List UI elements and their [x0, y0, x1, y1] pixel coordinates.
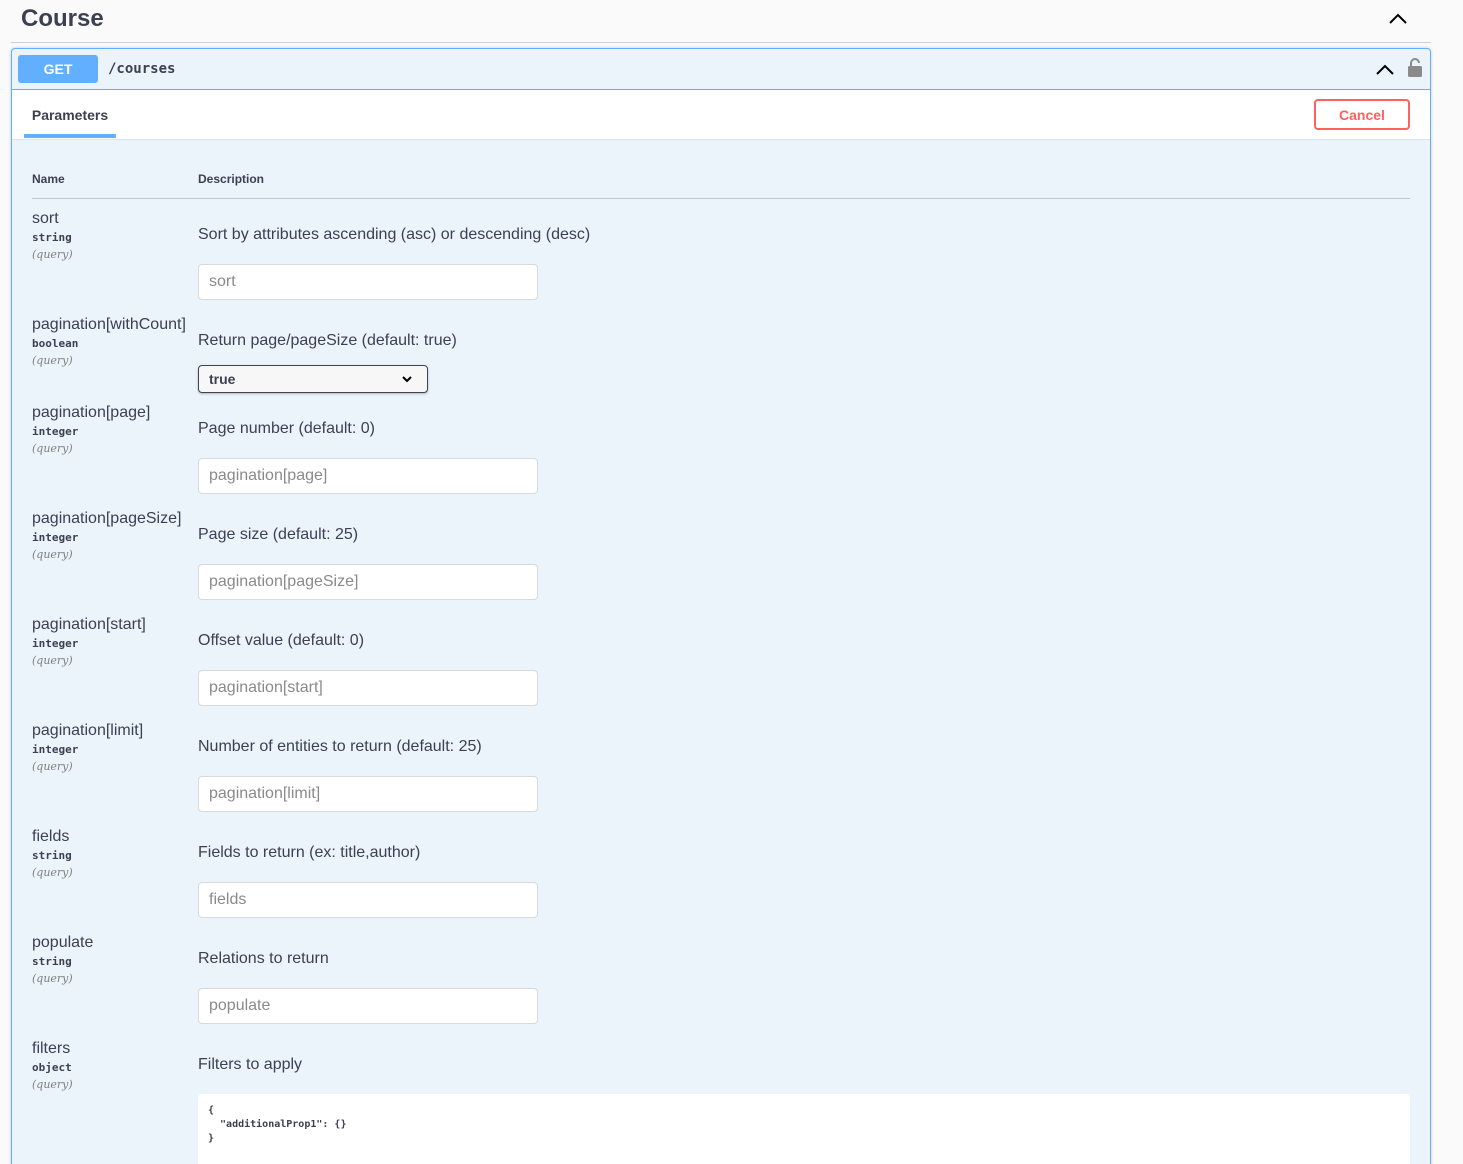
- param-description: Return page/pageSize (default: true): [198, 332, 457, 349]
- populate-input[interactable]: [198, 988, 538, 1024]
- param-description: Relations to return: [198, 950, 329, 967]
- param-page-size: pagination[pageSize] integer (query): [32, 510, 181, 561]
- page-margin: [1434, 0, 1463, 1164]
- filters-textarea[interactable]: { "additionalProp1": {} }: [198, 1094, 1410, 1164]
- operation-summary[interactable]: GET /courses: [12, 49, 1430, 90]
- param-location: (query): [32, 248, 73, 261]
- operation-block: GET /courses Parameters Cancel Name Desc…: [11, 48, 1431, 1164]
- param-type: integer: [32, 531, 79, 544]
- param-limit: pagination[limit] integer (query): [32, 722, 143, 773]
- chevron-down-icon: [402, 376, 412, 383]
- param-description: Filters to apply: [198, 1056, 303, 1073]
- column-header-description: Description: [198, 172, 265, 186]
- param-name: pagination[start]: [32, 616, 146, 633]
- with-count-select[interactable]: true: [198, 365, 428, 393]
- select-value: true: [209, 371, 236, 387]
- param-page: pagination[page] integer (query): [32, 404, 150, 455]
- chevron-up-icon[interactable]: [1387, 8, 1409, 30]
- param-location: (query): [32, 654, 73, 667]
- operation-path: /courses: [108, 61, 176, 77]
- param-location: (query): [32, 548, 73, 561]
- page-input[interactable]: [198, 458, 538, 494]
- param-type: integer: [32, 637, 79, 650]
- param-type: object: [32, 1061, 72, 1074]
- section-title: Course: [21, 5, 104, 32]
- section-header[interactable]: Course: [11, 0, 1431, 43]
- param-location: (query): [32, 866, 73, 879]
- limit-input[interactable]: [198, 776, 538, 812]
- fields-input[interactable]: [198, 882, 538, 918]
- param-location: (query): [32, 972, 73, 985]
- chevron-up-icon[interactable]: [1374, 59, 1396, 81]
- lock-icon[interactable]: [1407, 57, 1423, 79]
- param-start: pagination[start] integer (query): [32, 616, 146, 667]
- param-type: integer: [32, 425, 79, 438]
- param-name: populate: [32, 934, 94, 951]
- param-populate: populate string (query): [32, 934, 93, 985]
- swagger-page: Course GET /courses Parameters Cancel Na…: [0, 0, 1463, 1164]
- param-type: string: [32, 231, 72, 244]
- param-name: sort: [32, 210, 59, 227]
- method-badge: GET: [18, 55, 98, 83]
- param-with-count: pagination[withCount] boolean (query): [32, 316, 186, 367]
- param-description: Sort by attributes ascending (asc) or de…: [198, 226, 591, 243]
- param-location: (query): [32, 354, 73, 367]
- param-name: filters: [32, 1040, 71, 1057]
- param-location: (query): [32, 1078, 73, 1091]
- param-description: Page size (default: 25): [198, 526, 359, 543]
- cancel-button[interactable]: Cancel: [1314, 99, 1410, 130]
- column-header-name: Name: [32, 172, 65, 186]
- page-size-input[interactable]: [198, 564, 538, 600]
- param-description: Offset value (default: 0): [198, 632, 365, 649]
- param-description: Page number (default: 0): [198, 420, 375, 437]
- param-filters: filters object (query): [32, 1040, 73, 1091]
- param-location: (query): [32, 442, 73, 455]
- param-type: string: [32, 955, 72, 968]
- param-type: string: [32, 849, 72, 862]
- param-description: Fields to return (ex: title,author): [198, 844, 421, 861]
- param-name: pagination[pageSize]: [32, 510, 182, 527]
- param-location: (query): [32, 760, 73, 773]
- header-divider: [32, 198, 1410, 199]
- param-name: pagination[limit]: [32, 722, 144, 739]
- tab-parameters[interactable]: Parameters: [24, 90, 116, 138]
- parameters-header: Parameters Cancel: [12, 90, 1430, 140]
- start-input[interactable]: [198, 670, 538, 706]
- param-fields: fields string (query): [32, 828, 73, 879]
- param-name: fields: [32, 828, 70, 845]
- param-description: Number of entities to return (default: 2…: [198, 738, 482, 755]
- param-type: boolean: [32, 337, 79, 350]
- sort-input[interactable]: [198, 264, 538, 300]
- param-type: integer: [32, 743, 79, 756]
- param-name: pagination[withCount]: [32, 316, 186, 333]
- param-name: pagination[page]: [32, 404, 151, 421]
- param-sort: sort string (query): [32, 210, 73, 261]
